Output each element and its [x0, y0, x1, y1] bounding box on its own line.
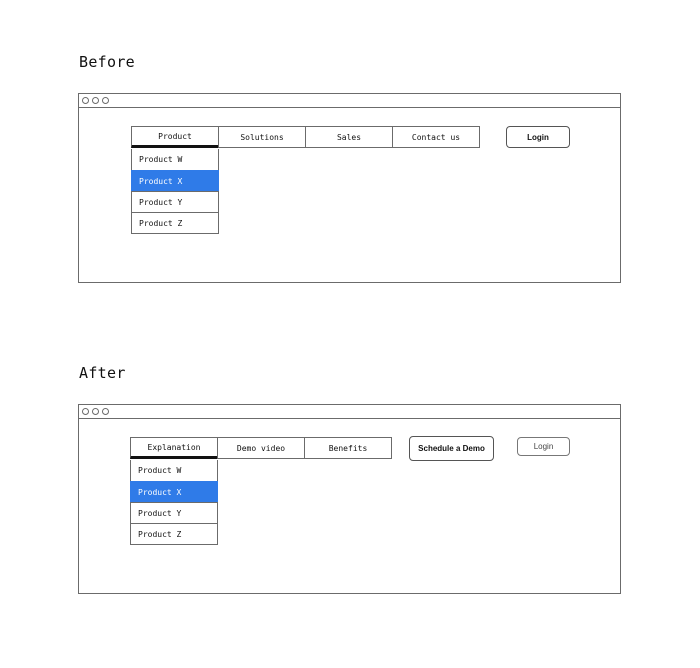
- window-control-icon[interactable]: [82, 408, 89, 415]
- after-heading: After: [79, 364, 126, 382]
- nav-item-benefits[interactable]: Benefits: [304, 437, 392, 459]
- nav-item-demo-video[interactable]: Demo video: [217, 437, 305, 459]
- nav-item-sales[interactable]: Sales: [305, 126, 393, 148]
- before-nav-bar: Product Solutions Sales Contact us: [131, 126, 480, 148]
- browser-titlebar: [79, 405, 620, 419]
- after-login-button[interactable]: Login: [517, 437, 570, 456]
- dropdown-item-product-x[interactable]: Product X: [131, 170, 219, 192]
- nav-item-explanation[interactable]: Explanation: [130, 437, 218, 459]
- window-control-icon[interactable]: [92, 97, 99, 104]
- nav-item-solutions[interactable]: Solutions: [218, 126, 306, 148]
- after-nav-bar: Explanation Demo video Benefits: [130, 437, 392, 459]
- before-login-button[interactable]: Login: [506, 126, 570, 148]
- after-product-dropdown: Product W Product X Product Y Product Z: [130, 460, 218, 545]
- browser-titlebar: [79, 94, 620, 108]
- dropdown-item-product-w[interactable]: Product W: [130, 460, 218, 482]
- dropdown-item-product-w[interactable]: Product W: [131, 149, 219, 171]
- dropdown-item-product-y[interactable]: Product Y: [131, 191, 219, 213]
- dropdown-item-product-z[interactable]: Product Z: [131, 212, 219, 234]
- nav-item-product[interactable]: Product: [131, 126, 219, 148]
- before-product-dropdown: Product W Product X Product Y Product Z: [131, 149, 219, 234]
- dropdown-item-product-y[interactable]: Product Y: [130, 502, 218, 524]
- window-control-icon[interactable]: [92, 408, 99, 415]
- dropdown-item-product-z[interactable]: Product Z: [130, 523, 218, 545]
- before-heading: Before: [79, 53, 135, 71]
- window-control-icon[interactable]: [102, 97, 109, 104]
- window-control-icon[interactable]: [102, 408, 109, 415]
- nav-item-contact-us[interactable]: Contact us: [392, 126, 480, 148]
- dropdown-item-product-x[interactable]: Product X: [130, 481, 218, 503]
- window-control-icon[interactable]: [82, 97, 89, 104]
- schedule-demo-button[interactable]: Schedule a Demo: [409, 436, 494, 461]
